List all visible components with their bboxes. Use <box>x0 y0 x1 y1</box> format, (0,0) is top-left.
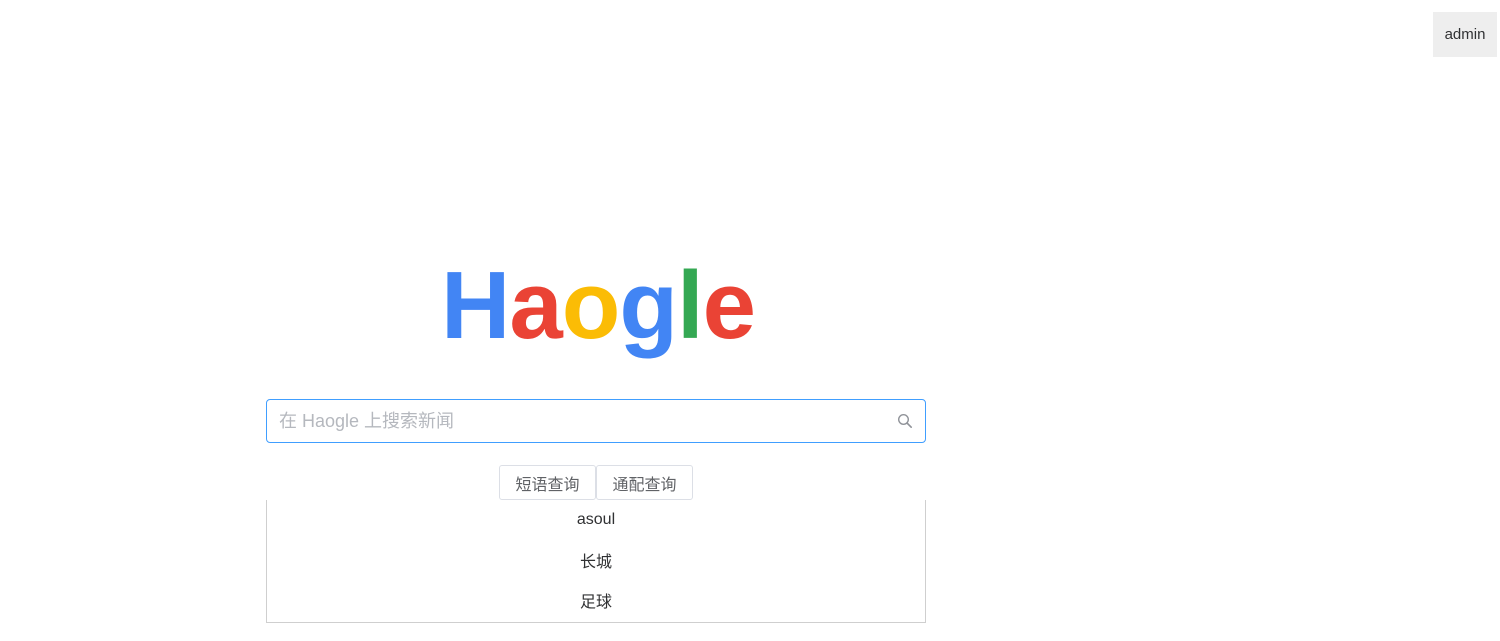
logo-letter: g <box>619 252 678 359</box>
logo-letter: H <box>441 252 510 359</box>
haogle-logo: Haogle <box>441 252 756 359</box>
wildcard-query-button[interactable]: 通配查询 <box>596 465 693 500</box>
phrase-query-label: 短语查询 <box>515 476 580 494</box>
user-menu-button[interactable]: admin <box>1433 12 1497 57</box>
logo-letter: l <box>677 252 704 359</box>
user-name: admin <box>1444 26 1486 43</box>
search-input[interactable] <box>267 401 885 441</box>
suggestion-item[interactable]: 长城 <box>267 540 925 580</box>
logo-letter: e <box>702 252 756 359</box>
logo-letter: a <box>509 252 562 359</box>
search-box <box>266 399 926 443</box>
logo-letter: o <box>561 252 621 359</box>
suggestion-list: asoul 长城 足球 <box>266 500 926 623</box>
phrase-query-button[interactable]: 短语查询 <box>499 465 596 500</box>
search-page: admin Haogle 短语查询 通配查询 asoul 长城 足球 <box>0 0 1500 641</box>
wildcard-query-label: 通配查询 <box>612 476 677 494</box>
search-icon[interactable] <box>885 401 925 441</box>
query-mode-buttons: 短语查询 通配查询 <box>499 465 693 500</box>
suggestion-item[interactable]: 足球 <box>267 580 925 620</box>
suggestion-item[interactable]: asoul <box>267 500 925 540</box>
